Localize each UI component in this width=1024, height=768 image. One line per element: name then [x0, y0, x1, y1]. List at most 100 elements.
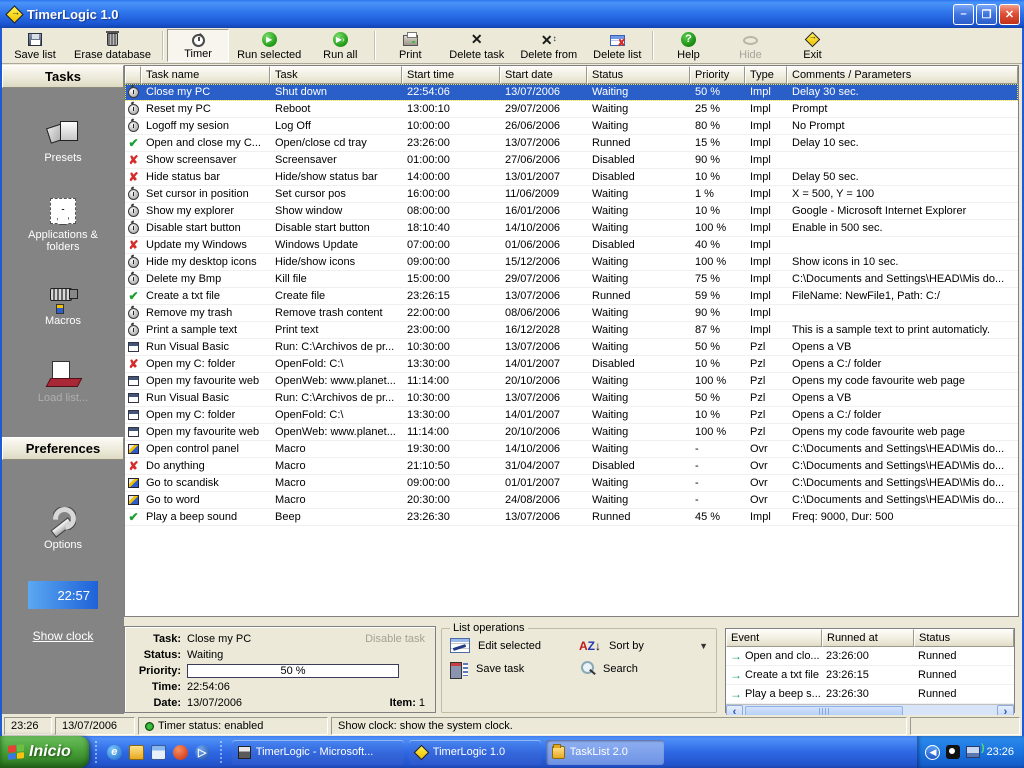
task-table-body: Close my PCShut down22:54:0613/07/2006Wa… [125, 84, 1018, 616]
table-row[interactable]: Reset my PCReboot13:00:1029/07/2006Waiti… [125, 101, 1018, 118]
event-column-header[interactable]: Event [726, 629, 822, 647]
cell-task: Log Off [271, 118, 403, 134]
titlebar[interactable]: TimerLogic 1.0 – ❐ ✕ [0, 0, 1024, 28]
media-player-icon[interactable]: ▷ [195, 745, 210, 760]
cell-date: 16/01/2006 [501, 203, 588, 219]
cell-priority: 80 % [691, 118, 746, 134]
column-header-icon[interactable] [125, 66, 141, 84]
sidebar-item-presets[interactable]: Presets [44, 121, 81, 164]
cell-priority: - [691, 475, 746, 491]
sort-dropdown-arrow-icon[interactable]: ▼ [699, 641, 708, 651]
restore-button[interactable]: ❐ [976, 4, 997, 25]
table-row[interactable]: Logoff my sesionLog Off10:00:0026/06/200… [125, 118, 1018, 135]
table-row[interactable]: Run Visual BasicRun: C:\Archivos de pr..… [125, 339, 1018, 356]
exit-button[interactable]: Exit [781, 29, 843, 62]
event-row[interactable]: →Create a txt file23:26:15Runned [726, 666, 1014, 685]
table-row[interactable]: ✘Open my C: folderOpenFold: C:\13:30:001… [125, 356, 1018, 373]
check-icon: ✔ [128, 137, 140, 149]
table-row[interactable]: Hide my desktop iconsHide/show icons09:0… [125, 254, 1018, 271]
internet-explorer-icon[interactable]: e [107, 745, 122, 760]
table-row[interactable]: ✘Hide status barHide/show status bar14:0… [125, 169, 1018, 186]
table-row[interactable]: Go to wordMacro20:30:0024/08/2006Waiting… [125, 492, 1018, 509]
event-status-column-header[interactable]: Status [914, 629, 1014, 647]
delete-list-button[interactable]: Delete list [585, 29, 649, 62]
table-row[interactable]: Show my explorerShow window08:00:0016/01… [125, 203, 1018, 220]
table-row[interactable]: Set cursor in positionSet cursor pos16:0… [125, 186, 1018, 203]
preferences-section-header[interactable]: Preferences [2, 437, 124, 460]
timer-button[interactable]: Timer [167, 29, 229, 62]
delete-task-button[interactable]: ✕ Delete task [441, 29, 512, 62]
edit-selected-button[interactable]: Edit selected [450, 638, 579, 653]
column-header-task[interactable]: Task [270, 66, 402, 84]
table-row[interactable]: Open my favourite webOpenWeb: www.planet… [125, 373, 1018, 390]
runned-at-column-header[interactable]: Runned at [822, 629, 914, 647]
cell-time: 10:30:00 [403, 390, 501, 406]
sidebar-item-options[interactable]: Options [44, 506, 82, 551]
sidebar-item-applications-folders[interactable]: Applications & folders [18, 198, 108, 253]
sort-by-button[interactable]: AZ↓ Sort by ▼ [579, 638, 708, 653]
red-app-icon[interactable] [173, 745, 188, 760]
column-header-task-name[interactable]: Task name [141, 66, 270, 84]
column-header-type[interactable]: Type [745, 66, 787, 84]
table-row[interactable]: Run Visual BasicRun: C:\Archivos de pr..… [125, 390, 1018, 407]
cell-name: Remove my trash [142, 305, 271, 321]
cell-time: 21:10:50 [403, 458, 501, 474]
bottom-panels: Task: Close my PC Disable task Status: W… [124, 622, 1015, 713]
statusbar-time: 23:26 [4, 717, 52, 735]
event-row[interactable]: →Play a beep s...23:26:30Runned [726, 685, 1014, 704]
search-button[interactable]: Search [579, 661, 708, 677]
column-header-priority[interactable]: Priority [690, 66, 745, 84]
table-row[interactable]: Open my favourite webOpenWeb: www.planet… [125, 424, 1018, 441]
minimize-button[interactable]: – [953, 4, 974, 25]
table-row[interactable]: ✘Update my WindowsWindows Update07:00:00… [125, 237, 1018, 254]
run-all-button[interactable]: ▶› Run all [309, 29, 371, 62]
steam-icon[interactable] [946, 745, 960, 759]
save-task-button[interactable]: Save task [450, 661, 579, 677]
run-selected-button[interactable]: ▶ Run selected [229, 29, 309, 62]
table-row[interactable]: ✔Play a beep soundBeep23:26:3013/07/2006… [125, 509, 1018, 526]
table-row[interactable]: ✘Show screensaverScreensaver01:00:0027/0… [125, 152, 1018, 169]
cell-priority: 10 % [691, 407, 746, 423]
network-icon[interactable] [966, 746, 980, 758]
column-header-start-date[interactable]: Start date [500, 66, 587, 84]
disable-task-link[interactable]: Disable task [365, 633, 429, 645]
print-button[interactable]: Print [379, 29, 441, 62]
detail-priority-label: Priority: [131, 665, 181, 677]
statusbar: 23:26 13/07/2006 Timer status: enabled S… [2, 715, 1022, 736]
start-button[interactable]: Inicio [0, 736, 89, 768]
taskbar-window-timerlogic[interactable]: TimerLogic 1.0 [409, 740, 541, 765]
event-row[interactable]: →Open and clo...23:26:00Runned [726, 647, 1014, 666]
table-row[interactable]: Close my PCShut down22:54:0613/07/2006Wa… [125, 84, 1018, 101]
taskbar-window-timerlogic-web[interactable]: TimerLogic - Microsoft... [232, 740, 404, 765]
close-button[interactable]: ✕ [999, 4, 1020, 25]
table-row[interactable]: ✘Do anythingMacro21:10:5031/04/2007Disab… [125, 458, 1018, 475]
table-row[interactable]: Print a sample textPrint text23:00:0016/… [125, 322, 1018, 339]
show-clock-link[interactable]: Show clock [33, 629, 94, 643]
cell-date: 16/12/2028 [501, 322, 588, 338]
taskbar-window-tasklist[interactable]: TaskList 2.0 [546, 740, 664, 765]
cell-name: Hide my desktop icons [142, 254, 271, 270]
cell-date: 29/07/2006 [501, 101, 588, 117]
tasks-section-header[interactable]: Tasks [2, 65, 124, 88]
erase-database-button[interactable]: Erase database [66, 29, 159, 62]
column-header-start-time[interactable]: Start time [402, 66, 500, 84]
table-row[interactable]: Go to scandiskMacro09:00:0001/01/2007Wai… [125, 475, 1018, 492]
table-row[interactable]: ✔Open and close my C...Open/close cd tra… [125, 135, 1018, 152]
window-icon[interactable] [151, 745, 166, 760]
folder-icon[interactable] [129, 745, 144, 760]
table-row[interactable]: Delete my BmpKill file15:00:0029/07/2006… [125, 271, 1018, 288]
table-row[interactable]: Open control panelMacro19:30:0014/10/200… [125, 441, 1018, 458]
save-list-button[interactable]: Save list [4, 29, 66, 62]
table-row[interactable]: Remove my trashRemove trash content22:00… [125, 305, 1018, 322]
table-row[interactable]: Disable start buttonDisable start button… [125, 220, 1018, 237]
cell-name: Print a sample text [142, 322, 271, 338]
help-button[interactable]: ? Help [657, 29, 719, 62]
table-row[interactable]: Open my C: folderOpenFold: C:\13:30:0014… [125, 407, 1018, 424]
table-row[interactable]: ✔Create a txt fileCreate file23:26:1513/… [125, 288, 1018, 305]
sidebar-item-macros[interactable]: Macros [45, 286, 81, 327]
delete-from-button[interactable]: ✕ Delete from [512, 29, 585, 62]
column-header-comments[interactable]: Comments / Parameters [787, 66, 1018, 84]
column-header-status[interactable]: Status [587, 66, 690, 84]
tray-chevron-icon[interactable]: ◀ [925, 745, 940, 760]
x-icon: ✘ [128, 239, 140, 251]
